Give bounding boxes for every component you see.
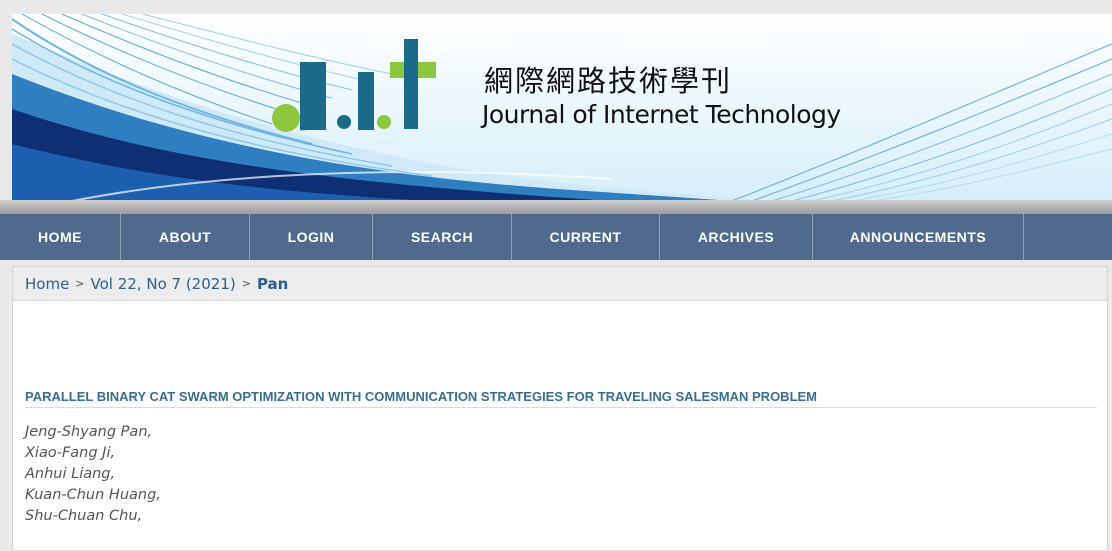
article-title: PARALLEL BINARY CAT SWARM OPTIMIZATION W… xyxy=(25,389,1097,408)
breadcrumb-separator: > xyxy=(75,277,85,290)
breadcrumb-separator: > xyxy=(241,277,251,290)
nav-search[interactable]: SEARCH xyxy=(373,214,512,260)
nav-about[interactable]: ABOUT xyxy=(121,214,250,260)
breadcrumb-home-link[interactable]: Home xyxy=(25,275,69,293)
nav-announcements[interactable]: ANNOUNCEMENTS xyxy=(813,214,1024,260)
author-name: Xiao-Fang Ji, xyxy=(25,445,116,461)
main-content: Home > Vol 22, No 7 (2021) > Pan PARALLE… xyxy=(12,266,1108,551)
banner-divider xyxy=(0,200,1112,214)
breadcrumb: Home > Vol 22, No 7 (2021) > Pan xyxy=(13,267,1107,301)
author-name: Shu-Chuan Chu, xyxy=(25,508,143,524)
logo-title-english: Journal of Internet Technology xyxy=(482,100,841,129)
nav-login[interactable]: LOGIN xyxy=(250,214,373,260)
author-list: Jeng-Shyang Pan, Xiao-Fang Ji, Anhui Lia… xyxy=(25,422,161,527)
nav-current[interactable]: CURRENT xyxy=(512,214,660,260)
header-banner: 網際網路技術學刊 Journal of Internet Technology xyxy=(12,14,1112,201)
breadcrumb-current[interactable]: Pan xyxy=(257,275,288,293)
author-name: Anhui Liang, xyxy=(25,466,116,482)
page: 網際網路技術學刊 Journal of Internet Technology … xyxy=(0,0,1112,551)
breadcrumb-issue-link[interactable]: Vol 22, No 7 (2021) xyxy=(91,275,236,293)
nav-archives[interactable]: ARCHIVES xyxy=(660,214,813,260)
author-name: Jeng-Shyang Pan, xyxy=(25,424,153,440)
logo-title-chinese: 網際網路技術學刊 xyxy=(484,64,733,98)
nav-home[interactable]: HOME xyxy=(0,214,121,260)
author-name: Kuan-Chun Huang, xyxy=(25,487,161,503)
main-nav: HOME ABOUT LOGIN SEARCH CURRENT ARCHIVES… xyxy=(0,214,1112,260)
